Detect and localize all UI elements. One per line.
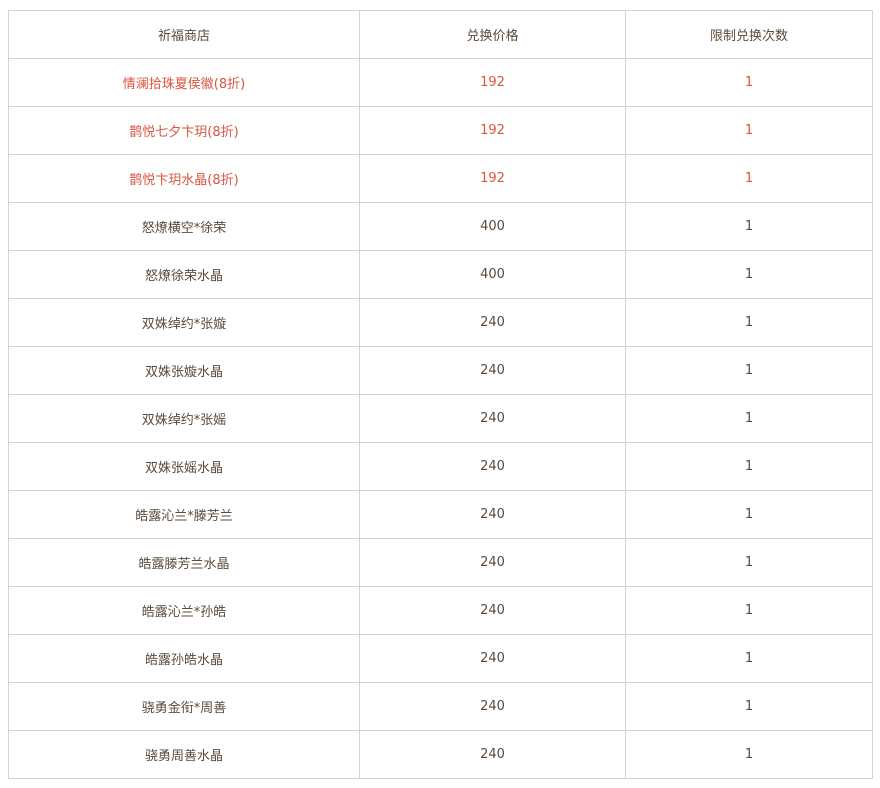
cell-price: 400 (359, 250, 626, 299)
cell-limit: 1 (625, 586, 873, 635)
cell-limit: 1 (625, 682, 873, 731)
shop-table-container: 祈福商店 兑换价格 限制兑换次数 情澜拾珠夏侯徽(8折) 192 1 鹊悦七夕卞玥(8… (8, 10, 873, 779)
table-row: 双姝张嫙水晶 240 1 (8, 346, 873, 395)
cell-item-name: 怒燎横空*徐荣 (8, 202, 360, 251)
cell-price: 240 (359, 634, 626, 683)
header-exchange-price: 兑换价格 (359, 10, 626, 59)
cell-limit: 1 (625, 106, 873, 155)
cell-item-name: 双姝绰约*张嫙 (8, 298, 360, 347)
cell-limit: 1 (625, 442, 873, 491)
cell-item-name: 双姝张嫙水晶 (8, 346, 360, 395)
table-row: 皓露沁兰*孙皓 240 1 (8, 586, 873, 635)
cell-price: 240 (359, 490, 626, 539)
cell-item-name: 皓露沁兰*滕芳兰 (8, 490, 360, 539)
table-body: 情澜拾珠夏侯徽(8折) 192 1 鹊悦七夕卞玥(8折) 192 1 鹊悦卞玥水晶(8折) 1… (8, 58, 873, 779)
cell-item-name: 皓露孙皓水晶 (8, 634, 360, 683)
cell-item-name: 鹊悦七夕卞玥(8折) (8, 106, 360, 155)
cell-limit: 1 (625, 250, 873, 299)
table-header-row: 祈福商店 兑换价格 限制兑换次数 (8, 10, 873, 59)
table-row: 骁勇金衔*周善 240 1 (8, 682, 873, 731)
cell-price: 240 (359, 442, 626, 491)
table-row: 怒燎徐荣水晶 400 1 (8, 250, 873, 299)
cell-limit: 1 (625, 202, 873, 251)
cell-limit: 1 (625, 298, 873, 347)
table-row: 皓露孙皓水晶 240 1 (8, 634, 873, 683)
cell-price: 240 (359, 586, 626, 635)
table-row: 鹊悦卞玥水晶(8折) 192 1 (8, 154, 873, 203)
cell-price: 192 (359, 154, 626, 203)
cell-price: 240 (359, 682, 626, 731)
cell-limit: 1 (625, 730, 873, 779)
cell-item-name: 双姝绰约*张媱 (8, 394, 360, 443)
table-row: 骁勇周善水晶 240 1 (8, 730, 873, 779)
table-row: 鹊悦七夕卞玥(8折) 192 1 (8, 106, 873, 155)
cell-limit: 1 (625, 154, 873, 203)
cell-price: 240 (359, 298, 626, 347)
cell-price: 240 (359, 538, 626, 587)
cell-limit: 1 (625, 634, 873, 683)
table-row: 皓露滕芳兰水晶 240 1 (8, 538, 873, 587)
prayer-shop-table: 祈福商店 兑换价格 限制兑换次数 情澜拾珠夏侯徽(8折) 192 1 鹊悦七夕卞玥(8… (8, 10, 873, 779)
cell-item-name: 鹊悦卞玥水晶(8折) (8, 154, 360, 203)
header-exchange-limit: 限制兑换次数 (625, 10, 873, 59)
table-row: 双姝张媱水晶 240 1 (8, 442, 873, 491)
cell-item-name: 皓露滕芳兰水晶 (8, 538, 360, 587)
header-shop-item: 祈福商店 (8, 10, 360, 59)
table-row: 怒燎横空*徐荣 400 1 (8, 202, 873, 251)
cell-item-name: 骁勇金衔*周善 (8, 682, 360, 731)
cell-limit: 1 (625, 394, 873, 443)
cell-limit: 1 (625, 58, 873, 107)
table-row: 情澜拾珠夏侯徽(8折) 192 1 (8, 58, 873, 107)
cell-limit: 1 (625, 490, 873, 539)
cell-item-name: 皓露沁兰*孙皓 (8, 586, 360, 635)
cell-price: 400 (359, 202, 626, 251)
cell-item-name: 情澜拾珠夏侯徽(8折) (8, 58, 360, 107)
cell-price: 240 (359, 730, 626, 779)
cell-item-name: 骁勇周善水晶 (8, 730, 360, 779)
cell-item-name: 怒燎徐荣水晶 (8, 250, 360, 299)
table-row: 皓露沁兰*滕芳兰 240 1 (8, 490, 873, 539)
cell-price: 192 (359, 58, 626, 107)
table-row: 双姝绰约*张嫙 240 1 (8, 298, 873, 347)
cell-price: 192 (359, 106, 626, 155)
cell-price: 240 (359, 346, 626, 395)
cell-item-name: 双姝张媱水晶 (8, 442, 360, 491)
table-row: 双姝绰约*张媱 240 1 (8, 394, 873, 443)
cell-limit: 1 (625, 538, 873, 587)
cell-limit: 1 (625, 346, 873, 395)
cell-price: 240 (359, 394, 626, 443)
